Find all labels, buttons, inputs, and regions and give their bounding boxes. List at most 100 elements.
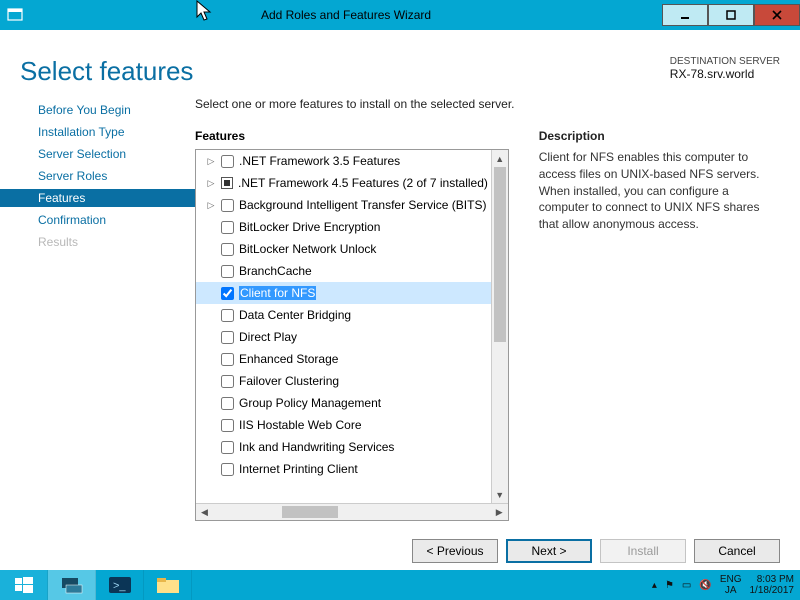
scroll-right-icon[interactable]: ▶ (491, 504, 508, 520)
tray-network-icon[interactable]: ▭ (682, 580, 691, 591)
feature-checkbox[interactable] (221, 243, 234, 256)
feature-label: Direct Play (239, 330, 297, 344)
expand-icon[interactable]: ▷ (206, 200, 216, 211)
checkbox-partial-icon[interactable] (221, 177, 233, 189)
feature-label: BitLocker Network Unlock (239, 242, 376, 256)
feature-row[interactable]: ▷ .NET Framework 4.5 Features (2 of 7 ins… (196, 172, 491, 194)
feature-row[interactable]: Direct Play (196, 326, 491, 348)
feature-row[interactable]: Client for NFS (196, 282, 491, 304)
wizard-step[interactable]: Server Selection (0, 145, 195, 163)
features-pane: Features ▷.NET Framework 3.5 Features▷.N… (195, 129, 509, 521)
features-listbox[interactable]: ▷.NET Framework 3.5 Features▷.NET Framew… (195, 149, 509, 521)
feature-row[interactable]: Data Center Bridging (196, 304, 491, 326)
feature-label: Background Intelligent Transfer Service … (239, 198, 486, 212)
window-buttons (662, 4, 800, 26)
previous-button[interactable]: < Previous (412, 539, 498, 563)
feature-row[interactable]: Failover Clustering (196, 370, 491, 392)
description-title: Description (539, 129, 780, 143)
taskbar-powershell[interactable]: >_ (96, 570, 144, 600)
file-explorer-icon (156, 575, 180, 595)
feature-label: BitLocker Drive Encryption (239, 220, 380, 234)
tray-volume-icon[interactable]: 🔇 (699, 580, 711, 591)
feature-label: BranchCache (239, 264, 312, 278)
feature-row[interactable]: Internet Printing Client (196, 458, 491, 480)
tray-chevron-icon[interactable]: ▴ (652, 580, 657, 591)
taskbar-server-manager[interactable] (48, 570, 96, 600)
feature-label: Enhanced Storage (239, 352, 338, 366)
scroll-thumb[interactable] (494, 167, 506, 342)
feature-checkbox[interactable] (221, 397, 234, 410)
feature-checkbox[interactable] (221, 265, 234, 278)
features-title: Features (195, 129, 509, 143)
feature-checkbox[interactable] (221, 463, 234, 476)
destination-block: DESTINATION SERVER RX-78.srv.world (670, 56, 780, 87)
windows-logo-icon (15, 576, 33, 594)
wizard-step[interactable]: Confirmation (0, 211, 195, 229)
feature-label: .NET Framework 4.5 Features (2 of 7 inst… (238, 176, 488, 190)
mouse-cursor-icon (196, 0, 214, 24)
feature-row[interactable]: BitLocker Network Unlock (196, 238, 491, 260)
feature-checkbox[interactable] (221, 199, 234, 212)
description-pane: Description Client for NFS enables this … (539, 129, 780, 521)
feature-row[interactable]: ▷.NET Framework 3.5 Features (196, 150, 491, 172)
wizard-body: Before You Begin Installation Type Server … (0, 97, 800, 521)
feature-checkbox[interactable] (221, 331, 234, 344)
feature-row[interactable]: IIS Hostable Web Core (196, 414, 491, 436)
feature-label: Failover Clustering (239, 374, 339, 388)
vertical-scrollbar[interactable]: ▲ ▼ (491, 150, 508, 503)
wizard-step[interactable]: Features (0, 189, 195, 207)
feature-checkbox[interactable] (221, 419, 234, 432)
expand-icon[interactable]: ▷ (206, 156, 216, 167)
feature-row[interactable]: Group Policy Management (196, 392, 491, 414)
system-tray[interactable]: ▴ ⚑ ▭ 🔇 ENGJA 8:03 PM1/18/2017 (652, 574, 800, 597)
expand-icon[interactable]: ▷ (206, 178, 216, 189)
page-title: Select features (20, 56, 193, 87)
wizard-step[interactable]: Installation Type (0, 123, 195, 141)
minimize-button[interactable] (662, 4, 708, 26)
wizard-step[interactable]: Before You Begin (0, 101, 195, 119)
window-title: Add Roles and Features Wizard (30, 8, 662, 22)
feature-label: Ink and Handwriting Services (239, 440, 394, 454)
wizard-header: Select features DESTINATION SERVER RX-78… (0, 30, 800, 97)
feature-row[interactable]: BitLocker Drive Encryption (196, 216, 491, 238)
hscroll-thumb[interactable] (282, 506, 338, 518)
feature-label: Client for NFS (239, 286, 316, 300)
scroll-up-icon[interactable]: ▲ (492, 150, 508, 167)
wizard-steps: Before You Begin Installation Type Server … (0, 97, 195, 521)
powershell-icon: >_ (108, 575, 132, 595)
feature-checkbox[interactable] (221, 155, 234, 168)
install-button[interactable]: Install (600, 539, 686, 563)
feature-row[interactable]: ▷ Background Intelligent Transfer Service… (196, 194, 491, 216)
app-icon (0, 0, 30, 30)
tray-flag-icon[interactable]: ⚑ (665, 580, 674, 591)
wizard-step[interactable]: Server Roles (0, 167, 195, 185)
scroll-down-icon[interactable]: ▼ (492, 486, 508, 503)
taskbar[interactable]: >_ ▴ ⚑ ▭ 🔇 ENGJA 8:03 PM1/18/2017 (0, 570, 800, 600)
feature-checkbox[interactable] (221, 441, 234, 454)
feature-label: IIS Hostable Web Core (239, 418, 362, 432)
scroll-left-icon[interactable]: ◀ (196, 504, 213, 520)
instruction-text: Select one or more features to install o… (195, 97, 780, 111)
close-button[interactable] (754, 4, 800, 26)
feature-checkbox[interactable] (221, 287, 234, 300)
horizontal-scrollbar[interactable]: ◀ ▶ (196, 503, 508, 520)
next-button[interactable]: Next > (506, 539, 592, 563)
start-button[interactable] (0, 570, 48, 600)
taskbar-explorer[interactable] (144, 570, 192, 600)
feature-checkbox[interactable] (221, 309, 234, 322)
feature-checkbox[interactable] (221, 375, 234, 388)
cancel-button[interactable]: Cancel (694, 539, 780, 563)
server-manager-icon (60, 575, 84, 595)
feature-checkbox[interactable] (221, 221, 234, 234)
maximize-button[interactable] (708, 4, 754, 26)
feature-row[interactable]: Enhanced Storage (196, 348, 491, 370)
titlebar: Add Roles and Features Wizard (0, 0, 800, 30)
feature-label: Data Center Bridging (239, 308, 351, 322)
tray-clock[interactable]: 8:03 PM1/18/2017 (750, 574, 795, 597)
destination-label: DESTINATION SERVER (670, 56, 780, 67)
description-body: Client for NFS enables this computer to … (539, 149, 780, 233)
tray-language[interactable]: ENGJA (720, 574, 742, 597)
feature-checkbox[interactable] (221, 353, 234, 366)
feature-row[interactable]: Ink and Handwriting Services (196, 436, 491, 458)
feature-row[interactable]: BranchCache (196, 260, 491, 282)
